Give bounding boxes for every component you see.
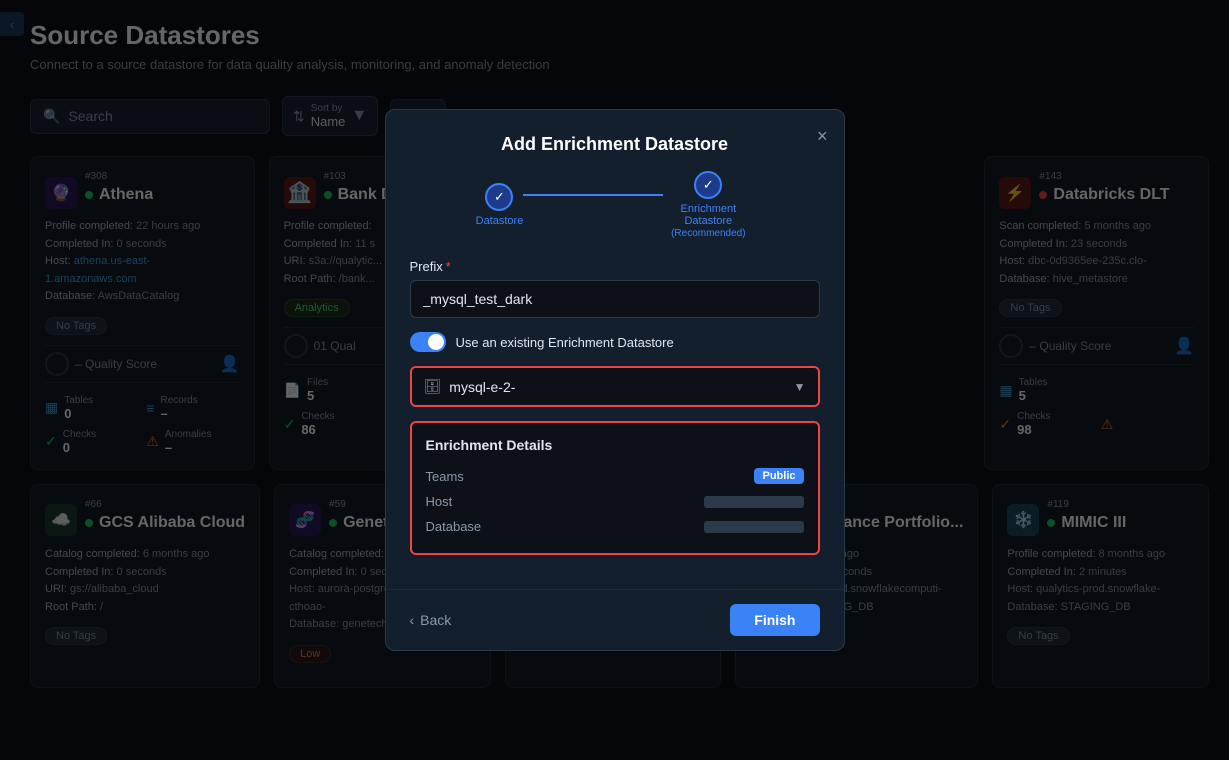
toggle-row: Use an existing Enrichment Datastore: [410, 332, 820, 352]
dropdown-value: mysql-e-2-: [449, 379, 515, 395]
modal-header: Add Enrichment Datastore ×: [386, 110, 844, 171]
teams-row: Teams Public: [426, 463, 804, 489]
finish-button[interactable]: Finish: [730, 604, 819, 636]
modal-footer: ‹ Back Finish: [386, 589, 844, 650]
step1-circle: ✓: [485, 183, 513, 211]
step-enrichment: ✓ Enrichment Datastore (Recommended): [663, 171, 753, 239]
modal-close-button[interactable]: ×: [817, 126, 828, 147]
existing-enrichment-toggle[interactable]: [410, 332, 446, 352]
db-icon: 🗄: [424, 378, 442, 395]
prefix-label: Prefix*: [410, 259, 820, 274]
host-key: Host: [426, 494, 453, 509]
enrichment-datastore-dropdown[interactable]: 🗄 mysql-e-2- ▼: [410, 366, 820, 407]
host-value: [704, 496, 804, 508]
enrichment-details-box: Enrichment Details Teams Public Host Dat…: [410, 421, 820, 555]
back-chevron-icon: ‹: [410, 612, 415, 628]
enrichment-details-title: Enrichment Details: [426, 437, 804, 453]
back-button[interactable]: ‹ Back: [410, 612, 452, 628]
database-row: Database: [426, 514, 804, 539]
host-row: Host: [426, 489, 804, 514]
step2-circle: ✓: [694, 171, 722, 199]
modal-title: Add Enrichment Datastore: [501, 134, 728, 154]
dropdown-trigger[interactable]: 🗄 mysql-e-2- ▼: [412, 368, 818, 405]
modal-overlay[interactable]: Add Enrichment Datastore × ✓ Datastore ✓…: [0, 0, 1229, 760]
toggle-label: Use an existing Enrichment Datastore: [456, 335, 674, 350]
add-enrichment-modal: Add Enrichment Datastore × ✓ Datastore ✓…: [385, 109, 845, 651]
modal-stepper: ✓ Datastore ✓ Enrichment Datastore (Reco…: [386, 171, 844, 259]
step-line: [523, 194, 663, 196]
step-datastore: ✓ Datastore: [476, 183, 524, 227]
step2-label: Enrichment Datastore (Recommended): [663, 203, 753, 239]
teams-key: Teams: [426, 469, 464, 484]
teams-value: Public: [754, 468, 803, 484]
modal-body: Prefix* Use an existing Enrichment Datas…: [386, 259, 844, 589]
prefix-input[interactable]: [410, 280, 820, 318]
step1-label: Datastore: [476, 215, 524, 227]
database-key: Database: [426, 519, 482, 534]
database-value: [704, 521, 804, 533]
dropdown-arrow-icon: ▼: [794, 380, 806, 394]
